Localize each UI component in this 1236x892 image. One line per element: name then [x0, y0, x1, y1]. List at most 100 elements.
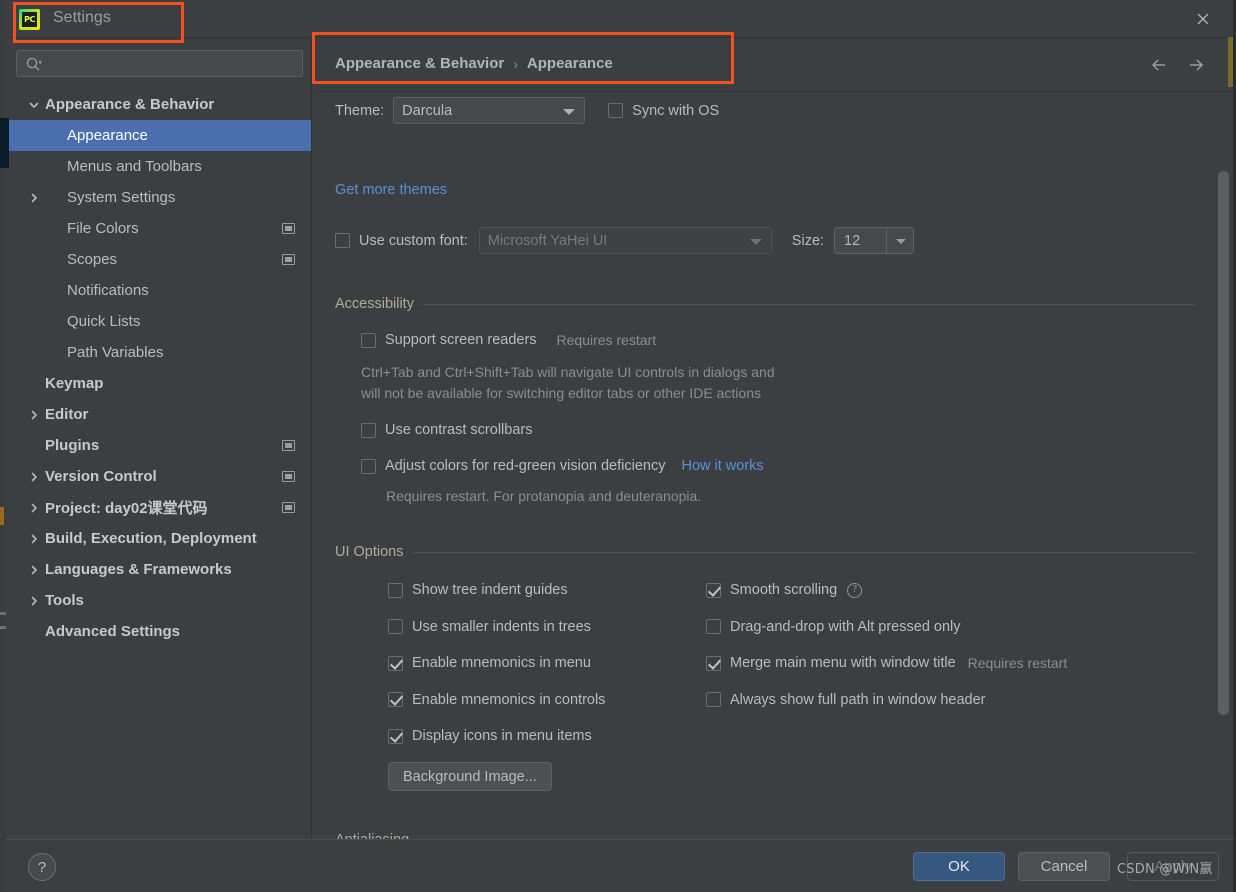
settings-tree[interactable]: Appearance & Behavior Appearance Menus and…: [5, 89, 311, 839]
chevron-down-icon[interactable]: [27, 89, 41, 120]
ok-button[interactable]: OK: [913, 852, 1005, 881]
help-button[interactable]: ?: [28, 853, 56, 881]
adjust-colors-label: Adjust colors for red-green vision defic…: [385, 458, 666, 474]
sidebar-item-version-control[interactable]: Version Control: [5, 461, 311, 492]
merge-main-menu-with-window-title-checkbox[interactable]: [706, 655, 721, 671]
sidebar-item-label: Quick Lists: [67, 313, 141, 330]
chevron-right-icon[interactable]: [27, 182, 41, 213]
support-screen-readers-label: Support screen readers: [385, 332, 537, 348]
sidebar-item-keymap[interactable]: Keymap: [5, 368, 311, 399]
project-scope-icon: [282, 440, 295, 451]
appearance-settings-content: Theme: Darcula Sync with OS Get more the…: [313, 93, 1233, 839]
content-scrollbar-thumb[interactable]: [1218, 171, 1229, 715]
sidebar-item-editor[interactable]: Editor: [5, 399, 311, 430]
theme-value: Darcula: [402, 102, 453, 119]
how-it-works-link[interactable]: How it works: [681, 458, 763, 474]
show-tree-indent-guides-checkbox[interactable]: [388, 582, 403, 598]
sidebar-item-quick-lists[interactable]: Quick Lists: [5, 306, 311, 337]
ui-option-row: Show tree indent guides: [388, 582, 568, 598]
font-size-stepper[interactable]: 12: [834, 227, 915, 254]
custom-font-select[interactable]: Microsoft YaHei UI: [478, 227, 772, 254]
pycharm-logo-text: PC: [22, 12, 37, 27]
title-bar: PC Settings: [5, 0, 1233, 38]
always-show-full-path-in-window-header-checkbox[interactable]: [706, 692, 721, 707]
screen-readers-description-line1: Ctrl+Tab and Ctrl+Shift+Tab will navigat…: [361, 364, 775, 380]
ui-option-label: Show tree indent guides: [412, 582, 568, 598]
ui-option-row: Display icons in menu items: [388, 728, 592, 744]
sidebar-item-system-settings[interactable]: System Settings: [5, 182, 311, 213]
ui-option-row: Merge main menu with window title Require…: [706, 655, 1067, 671]
sidebar-item-label: Version Control: [45, 468, 157, 485]
sidebar-item-file-colors[interactable]: File Colors: [5, 213, 311, 244]
arrow-left-icon[interactable]: [1148, 55, 1170, 75]
sidebar-item-label: Editor: [45, 406, 89, 423]
sync-with-os-checkbox[interactable]: [608, 103, 624, 118]
adjust-colors-row: Adjust colors for red-green vision defic…: [361, 458, 764, 474]
enable-mnemonics-in-controls-checkbox[interactable]: [388, 692, 403, 707]
background-image-row: Background Image...: [388, 762, 552, 791]
adjust-colors-checkbox[interactable]: [361, 458, 376, 474]
chevron-right-icon[interactable]: [27, 585, 41, 616]
sidebar-item-menus-and-toolbars[interactable]: Menus and Toolbars: [5, 151, 311, 182]
content-scrollbar[interactable]: [1218, 149, 1229, 839]
accessibility-group-title: Accessibility: [335, 296, 414, 312]
settings-sidebar: Appearance & Behavior Appearance Menus and…: [5, 39, 312, 839]
protanopia-note: Requires restart. For protanopia and deu…: [386, 488, 702, 504]
theme-select[interactable]: Darcula: [393, 97, 586, 124]
arrow-right-icon[interactable]: [1185, 55, 1207, 75]
project-scope-icon: [282, 254, 295, 265]
ui-option-label: Use smaller indents in trees: [412, 618, 591, 635]
ui-option-row: Use smaller indents in trees: [388, 619, 591, 635]
close-icon[interactable]: [1191, 8, 1215, 30]
sidebar-item-build-execution-deployment[interactable]: Build, Execution, Deployment: [5, 523, 311, 554]
ui-option-label: Always show full path in window header: [730, 691, 986, 708]
custom-font-value: Microsoft YaHei UI: [487, 232, 608, 249]
sidebar-item-scopes[interactable]: Scopes: [5, 244, 311, 275]
use-custom-font-checkbox[interactable]: [335, 233, 350, 248]
theme-row: Theme: Darcula Sync with OS: [335, 97, 719, 124]
pycharm-logo-icon: PC: [19, 9, 40, 30]
chevron-right-icon[interactable]: [27, 399, 41, 430]
enable-mnemonics-in-menu-checkbox[interactable]: [388, 655, 403, 671]
chevron-right-icon[interactable]: [27, 523, 41, 554]
display-icons-in-menu-items-checkbox[interactable]: [388, 728, 403, 744]
chevron-right-icon[interactable]: [27, 492, 41, 523]
group-divider: [412, 551, 1195, 553]
background-window-olive-edge: [1228, 37, 1233, 87]
sidebar-item-tools[interactable]: Tools: [5, 585, 311, 616]
stepper-divider: [886, 228, 888, 253]
use-contrast-scrollbars-checkbox[interactable]: [361, 422, 376, 438]
background-image-button[interactable]: Background Image...: [388, 762, 552, 791]
use-smaller-indents-in-trees-checkbox[interactable]: [388, 619, 403, 634]
sidebar-item-path-variables[interactable]: Path Variables: [5, 337, 311, 368]
sidebar-item-languages-frameworks[interactable]: Languages & Frameworks: [5, 554, 311, 585]
sidebar-item-appearance[interactable]: Appearance: [5, 120, 311, 151]
sidebar-item-appearance-behavior[interactable]: Appearance & Behavior: [5, 89, 311, 120]
group-divider: [422, 303, 1195, 305]
support-screen-readers-checkbox[interactable]: [361, 332, 376, 348]
navigation-arrows: [1148, 55, 1207, 75]
ui-option-label: Smooth scrolling: [730, 582, 838, 598]
antialiasing-group-header: Antialiasing: [335, 832, 1195, 839]
chevron-right-icon[interactable]: [27, 554, 41, 585]
sidebar-item-label: Languages & Frameworks: [45, 561, 232, 578]
get-more-themes-row: Get more themes: [335, 182, 447, 198]
cancel-button[interactable]: Cancel: [1018, 852, 1110, 881]
screen-readers-desc-text-1: Ctrl+Tab and Ctrl+Shift+Tab will navigat…: [361, 364, 775, 380]
chevron-right-icon[interactable]: [27, 461, 41, 492]
chevron-down-icon: [563, 108, 576, 115]
drag-and-drop-with-alt-pressed-only-checkbox[interactable]: [706, 619, 721, 634]
sidebar-item-notifications[interactable]: Notifications: [5, 275, 311, 306]
screen-readers-description-line2: will not be available for switching edit…: [361, 385, 761, 401]
help-icon[interactable]: ?: [847, 582, 863, 598]
search-input[interactable]: [16, 50, 303, 77]
sidebar-item-project-day02[interactable]: Project: day02课堂代码: [5, 492, 311, 523]
smooth-scrolling-checkbox[interactable]: [706, 582, 721, 598]
sidebar-item-label: Scopes: [67, 251, 118, 268]
sidebar-item-plugins[interactable]: Plugins: [5, 430, 311, 461]
get-more-themes-link[interactable]: Get more themes: [335, 182, 447, 198]
breadcrumb-parent[interactable]: Appearance & Behavior: [335, 55, 504, 72]
use-contrast-scrollbars-row: Use contrast scrollbars: [361, 422, 532, 438]
chevron-down-icon: [749, 238, 762, 245]
sidebar-item-advanced-settings[interactable]: Advanced Settings: [5, 616, 311, 647]
